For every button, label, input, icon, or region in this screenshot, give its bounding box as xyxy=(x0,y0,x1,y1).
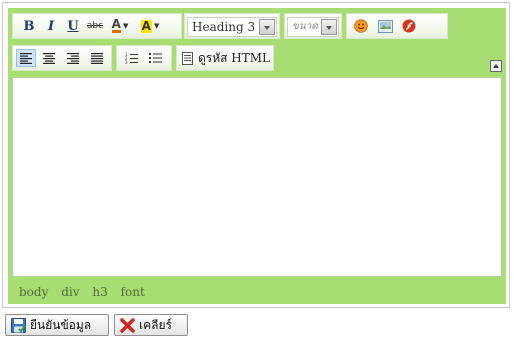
chevron-down-icon[interactable] xyxy=(321,19,337,35)
source-icon xyxy=(182,51,193,65)
confirm-button-label: ยืนยันข้อมูล xyxy=(30,317,92,332)
chevron-down-icon[interactable] xyxy=(259,19,275,35)
size-toolbar: ขนาด xyxy=(284,13,342,39)
clear-button-label: เคลียร์ xyxy=(139,317,172,332)
path-item[interactable]: h3 xyxy=(92,285,107,299)
italic-icon: I xyxy=(47,18,55,34)
font-color-button[interactable]: A ▼ xyxy=(107,17,133,35)
align-left-icon xyxy=(20,52,32,64)
insert-toolbar xyxy=(346,13,448,39)
font-size-value: ขนาด xyxy=(292,21,318,32)
path-item[interactable]: font xyxy=(121,285,145,299)
bullet-list-icon xyxy=(148,53,162,63)
numbered-list-icon: 1 2 3 xyxy=(125,52,138,64)
path-item[interactable]: body xyxy=(19,285,48,299)
format-value: Heading 3 xyxy=(192,20,256,34)
image-icon xyxy=(377,19,393,33)
confirm-button[interactable]: ยืนยันข้อมูล xyxy=(5,314,109,336)
justify-icon xyxy=(91,52,103,64)
alignment-toolbar xyxy=(12,45,112,71)
strikethrough-button[interactable]: abc xyxy=(85,17,105,35)
numbered-list-button[interactable]: 1 2 3 xyxy=(121,49,141,67)
justify-button[interactable] xyxy=(87,49,107,67)
element-path: body div h3 font xyxy=(19,285,154,299)
view-source-label: ดูรหัส HTML xyxy=(198,50,271,65)
flash-icon xyxy=(402,19,416,33)
rich-text-editor: B I U abc A ▼ A ▼ Heading 3 ขนาด 1 2 3 ด… xyxy=(8,8,506,304)
list-toolbar: 1 2 3 xyxy=(116,45,172,71)
smiley-icon xyxy=(354,19,368,33)
highlight-color-icon: A xyxy=(140,18,152,33)
format-toolbar: Heading 3 xyxy=(184,13,280,39)
font-color-icon: A xyxy=(111,17,121,33)
align-left-button[interactable] xyxy=(16,49,36,67)
smiley-button[interactable] xyxy=(351,17,371,35)
chevron-down-icon: ▼ xyxy=(122,22,129,30)
view-source-button[interactable]: ดูรหัส HTML xyxy=(180,49,272,67)
save-icon xyxy=(11,317,26,333)
bullet-list-button[interactable] xyxy=(145,49,165,67)
highlight-color-button[interactable]: A ▼ xyxy=(137,17,163,35)
bold-icon: B xyxy=(23,18,35,34)
align-right-icon xyxy=(67,52,79,64)
clear-icon xyxy=(120,317,135,333)
insert-flash-button[interactable] xyxy=(399,17,419,35)
clear-button[interactable]: เคลียร์ xyxy=(114,314,188,336)
editor-frame: B I U abc A ▼ A ▼ Heading 3 ขนาด 1 2 3 ด… xyxy=(2,2,510,308)
font-size-select[interactable]: ขนาด xyxy=(287,17,339,37)
editor-content-area[interactable] xyxy=(12,77,502,277)
italic-button[interactable]: I xyxy=(41,17,61,35)
align-center-button[interactable] xyxy=(39,49,59,67)
underline-icon: U xyxy=(67,18,79,34)
source-toolbar: ดูรหัส HTML xyxy=(176,45,274,71)
chevron-down-icon: ▼ xyxy=(153,22,160,30)
text-style-toolbar: B I U abc A ▼ A ▼ xyxy=(12,13,182,39)
path-item[interactable]: div xyxy=(61,285,79,299)
insert-image-button[interactable] xyxy=(375,17,395,35)
align-center-icon xyxy=(43,52,55,64)
align-right-button[interactable] xyxy=(63,49,83,67)
collapse-toolbar-icon[interactable] xyxy=(490,60,502,72)
strikethrough-icon: abc xyxy=(86,21,104,31)
bold-button[interactable]: B xyxy=(19,17,39,35)
svg-text:3: 3 xyxy=(125,60,128,64)
format-select[interactable]: Heading 3 xyxy=(187,17,277,37)
underline-button[interactable]: U xyxy=(63,17,83,35)
